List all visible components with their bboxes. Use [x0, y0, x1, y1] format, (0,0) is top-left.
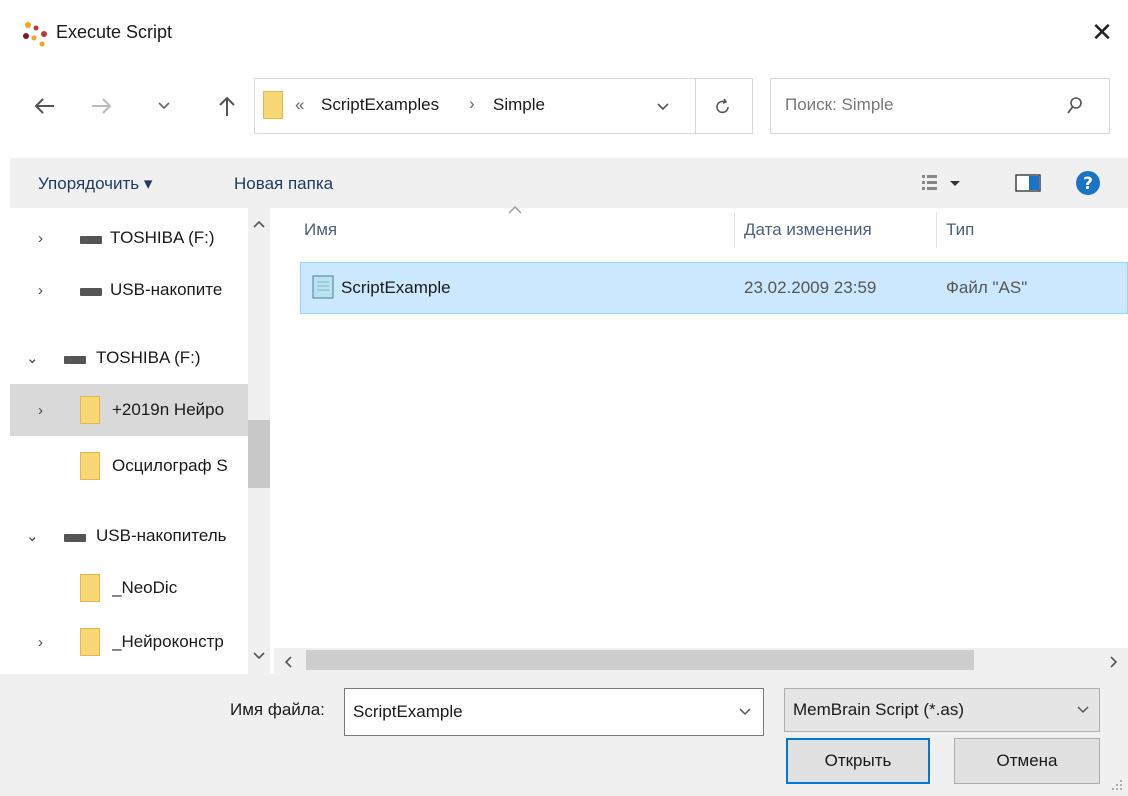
sidebar-item-folder-neurokonstr[interactable]: › _Нейроконстр: [10, 616, 248, 668]
expand-icon[interactable]: ›: [38, 634, 43, 651]
open-button[interactable]: Открыть: [786, 738, 930, 784]
breadcrumb-scriptexamples[interactable]: ScriptExamples: [321, 95, 439, 115]
sidebar-item-label: USB-накопите: [110, 280, 223, 299]
drive-icon: [64, 356, 86, 364]
expand-icon[interactable]: ›: [38, 230, 43, 247]
arrow-right-icon: [92, 98, 112, 114]
address-bar[interactable]: « ScriptExamples › Simple: [254, 78, 696, 134]
refresh-icon: [716, 98, 729, 114]
chevron-down-icon: [158, 102, 170, 110]
sidebar-item-folder-neodic[interactable]: _NeoDic: [10, 562, 248, 614]
sidebar-item-toshiba-1[interactable]: › TOSHIBA (F:): [10, 212, 248, 264]
window-title: Execute Script: [56, 22, 173, 42]
chevron-down-icon: [1077, 706, 1089, 714]
script-file-icon: [312, 275, 334, 299]
breadcrumb-separator: ›: [469, 94, 475, 113]
folder-icon: [80, 396, 100, 424]
expand-icon[interactable]: ›: [38, 282, 43, 299]
sidebar-item-usb-1[interactable]: › USB-накопите: [10, 264, 248, 316]
preview-pane-button[interactable]: [1014, 172, 1044, 194]
search-box[interactable]: Поиск: Simple: [770, 78, 1110, 134]
sidebar-item-label: TOSHIBA (F:): [110, 228, 215, 247]
filename-field[interactable]: ScriptExample: [344, 688, 764, 736]
forward-button[interactable]: [84, 84, 118, 128]
sidebar-item-folder-2019n[interactable]: › +2019n Нейро: [10, 384, 248, 436]
sidebar-scroll-thumb[interactable]: [248, 420, 270, 488]
search-icon[interactable]: [1067, 97, 1083, 115]
app-icon: [23, 22, 47, 47]
preview-pane-icon: [1015, 174, 1041, 192]
chevron-down-icon[interactable]: [657, 103, 669, 111]
folder-icon: [80, 574, 100, 602]
breadcrumb-simple[interactable]: Simple: [493, 95, 545, 115]
filename-value[interactable]: ScriptExample: [353, 702, 463, 722]
drive-icon: [80, 288, 102, 296]
scroll-left-icon[interactable]: [284, 656, 292, 668]
collapse-icon[interactable]: ⌄: [26, 349, 39, 367]
column-header-name[interactable]: Имя: [304, 220, 337, 240]
sidebar-item-folder-oscilograph[interactable]: Осцилограф S: [10, 440, 248, 492]
column-header-type[interactable]: Тип: [946, 220, 974, 240]
sidebar-item-label: USB-накопитель: [96, 526, 227, 545]
sidebar-item-usb-2[interactable]: ⌄ USB-накопитель: [10, 510, 248, 562]
close-icon: ✕: [1091, 16, 1113, 47]
back-button[interactable]: [28, 84, 62, 128]
new-folder-button[interactable]: Новая папка: [234, 174, 333, 194]
drive-icon: [64, 534, 86, 542]
cancel-button-label: Отмена: [996, 751, 1058, 770]
search-input[interactable]: Поиск: Simple: [785, 95, 894, 115]
close-button[interactable]: ✕: [1082, 12, 1122, 52]
chevron-down-icon[interactable]: [739, 708, 751, 716]
scroll-down-icon[interactable]: [253, 652, 265, 660]
file-date: 23.02.2009 23:59: [744, 278, 877, 297]
path-overflow-icon[interactable]: «: [295, 95, 304, 115]
sidebar-item-label: _NeoDic: [112, 578, 178, 597]
help-icon: ?: [1076, 171, 1100, 195]
recent-locations-button[interactable]: [150, 84, 178, 128]
column-header-date[interactable]: Дата изменения: [744, 220, 872, 240]
folder-icon: [80, 628, 100, 656]
file-type: Файл "AS": [946, 278, 1028, 297]
folder-icon: [80, 452, 100, 480]
arrow-left-icon: [34, 98, 54, 114]
table-row[interactable]: ScriptExample 23.02.2009 23:59 Файл "AS": [300, 262, 1128, 314]
sidebar-item-label: TOSHIBA (F:): [96, 348, 201, 367]
details-view-icon: [922, 175, 960, 190]
open-button-label: Открыть: [824, 751, 892, 770]
collapse-icon[interactable]: ⌄: [26, 527, 39, 545]
arrow-up-icon: [219, 96, 235, 116]
navigation-pane: › TOSHIBA (F:) › USB-накопите ⌄ TOSHIBA …: [10, 208, 272, 674]
filetype-value: MemBrain Script (*.as): [793, 700, 964, 719]
scroll-up-icon[interactable]: [253, 220, 265, 228]
toolbar: Упорядочить ▾ Новая папка ?: [10, 158, 1128, 208]
file-name: ScriptExample: [341, 278, 451, 297]
expand-icon[interactable]: ›: [38, 402, 43, 419]
resize-grip-icon[interactable]: [1110, 778, 1124, 792]
sidebar-item-label: Осцилограф S: [112, 456, 228, 475]
sidebar-item-toshiba-2[interactable]: ⌄ TOSHIBA (F:): [10, 332, 248, 384]
file-list-hscroll-thumb[interactable]: [306, 650, 974, 670]
organize-button[interactable]: Упорядочить ▾: [38, 174, 152, 194]
svg-text:?: ?: [1083, 174, 1093, 194]
sidebar-item-label: _Нейроконстр: [112, 632, 224, 651]
sort-ascending-icon: [508, 206, 522, 214]
folder-icon: [263, 91, 283, 119]
column-divider[interactable]: [734, 212, 735, 248]
filename-label: Имя файла:: [230, 700, 325, 719]
view-options-button[interactable]: [920, 170, 972, 196]
refresh-button[interactable]: [694, 78, 753, 134]
sidebar-item-label: +2019n Нейро: [112, 400, 225, 419]
help-button[interactable]: ?: [1074, 169, 1102, 197]
column-divider[interactable]: [936, 212, 937, 248]
up-button[interactable]: [210, 84, 244, 128]
drive-icon: [80, 236, 102, 244]
cancel-button[interactable]: Отмена: [954, 738, 1100, 784]
filetype-select[interactable]: MemBrain Script (*.as): [784, 688, 1100, 732]
scroll-right-icon[interactable]: [1110, 656, 1118, 668]
